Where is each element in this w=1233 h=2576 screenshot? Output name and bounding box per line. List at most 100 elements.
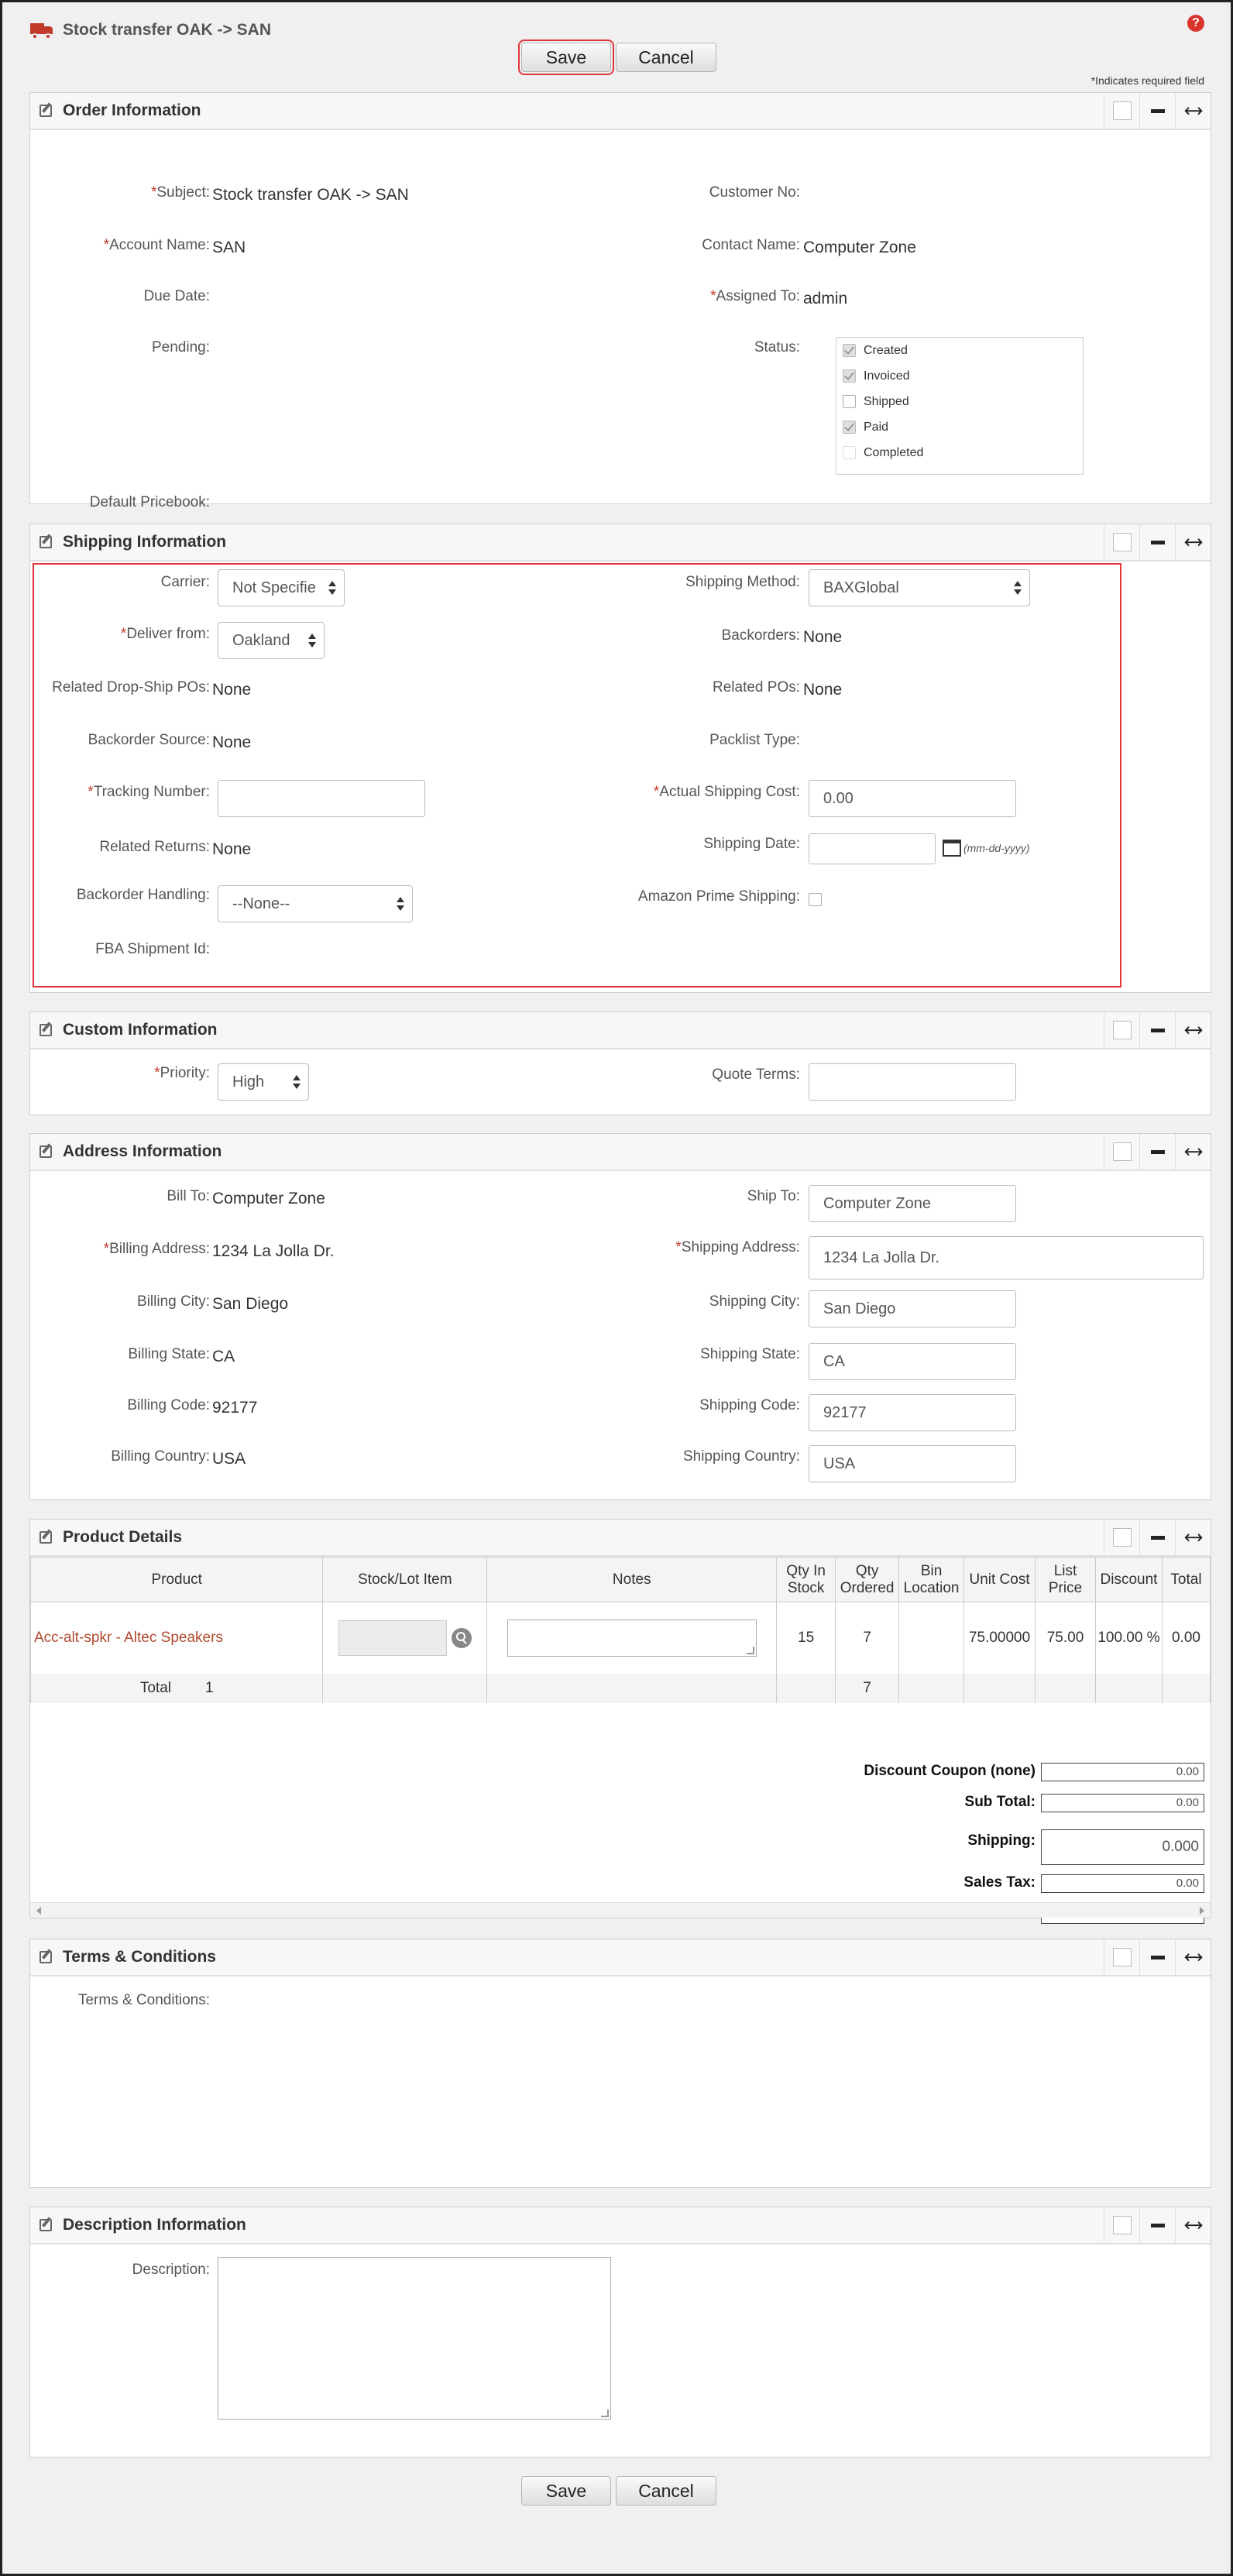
select-arrows-icon bbox=[1014, 581, 1022, 596]
related-pos-value: None bbox=[803, 681, 843, 699]
priority-select[interactable]: High bbox=[218, 1063, 309, 1101]
discount-coupon-label[interactable]: Discount Coupon (none) bbox=[864, 1763, 1036, 1780]
shipping-city-input[interactable]: San Diego bbox=[809, 1290, 1016, 1327]
select-panel-checkbox[interactable] bbox=[1104, 524, 1139, 560]
expand-icon[interactable]: ⤢ bbox=[1175, 524, 1211, 560]
checkbox-paid bbox=[843, 421, 856, 434]
shipping-country-input[interactable]: USA bbox=[809, 1445, 1016, 1482]
save-button[interactable]: Save bbox=[521, 2476, 611, 2506]
assigned-to-label: *Assigned To: bbox=[710, 288, 800, 304]
select-panel-checkbox[interactable] bbox=[1104, 1012, 1139, 1048]
select-panel-checkbox[interactable] bbox=[1104, 1520, 1139, 1555]
backorder-source-value: None bbox=[212, 733, 252, 751]
description-information-panel: Description Information ⤢ Description: bbox=[29, 2207, 1211, 2458]
select-panel-checkbox[interactable] bbox=[1104, 1134, 1139, 1170]
panel-title: Order Information bbox=[63, 101, 201, 119]
expand-icon[interactable]: ⤢ bbox=[1175, 1134, 1211, 1170]
expand-icon[interactable]: ⤢ bbox=[1175, 93, 1211, 129]
panel-header: Order Information ⤢ bbox=[30, 93, 1211, 130]
panel-header: Shipping Information ⤢ bbox=[30, 524, 1211, 562]
shipping-code-input[interactable]: 92177 bbox=[809, 1394, 1016, 1431]
collapse-icon[interactable] bbox=[1139, 1939, 1175, 1975]
calendar-icon[interactable] bbox=[943, 840, 961, 857]
checkbox-completed bbox=[843, 446, 856, 459]
save-button[interactable]: Save bbox=[518, 39, 614, 75]
horizontal-scrollbar[interactable] bbox=[30, 1902, 1211, 1918]
billing-state-value: CA bbox=[212, 1348, 235, 1365]
amazon-prime-shipping-label: Amazon Prime Shipping: bbox=[637, 888, 800, 905]
product-link[interactable]: Acc-alt-spkr - Altec Speakers bbox=[34, 1630, 223, 1646]
select-panel-checkbox[interactable] bbox=[1104, 2207, 1139, 2243]
expand-icon[interactable]: ⤢ bbox=[1175, 1520, 1211, 1555]
column-header: Discount bbox=[1094, 1557, 1163, 1602]
edit-icon[interactable] bbox=[39, 1145, 52, 1158]
status-completed[interactable]: Completed bbox=[836, 440, 1083, 465]
description-textarea[interactable] bbox=[218, 2257, 611, 2420]
billing-country-label: Billing Country: bbox=[111, 1448, 210, 1465]
shipping-total-input[interactable]: 0.000 bbox=[1041, 1829, 1204, 1865]
expand-icon[interactable]: ⤢ bbox=[1175, 2207, 1211, 2243]
search-icon[interactable] bbox=[451, 1627, 472, 1648]
scroll-left-icon bbox=[36, 1907, 41, 1915]
edit-icon[interactable] bbox=[39, 1951, 52, 1963]
account-name-value[interactable]: SAN bbox=[212, 239, 246, 257]
edit-icon[interactable] bbox=[39, 1024, 52, 1036]
contact-name-value[interactable]: Computer Zone bbox=[803, 239, 916, 257]
billing-city-label: Billing City: bbox=[137, 1293, 210, 1310]
page-title-text: Stock transfer OAK -> SAN bbox=[63, 21, 271, 39]
stock-lot-input[interactable] bbox=[338, 1619, 447, 1656]
collapse-icon[interactable] bbox=[1139, 1012, 1175, 1048]
qty-ordered-cell: 7 bbox=[835, 1602, 900, 1674]
product-table: Product Stock/Lot Item Notes Qty In Stoc… bbox=[29, 1557, 1211, 1703]
shipping-method-select[interactable]: BAXGlobal bbox=[809, 569, 1030, 606]
date-format-hint: (mm-dd-yyyy) bbox=[963, 842, 1030, 854]
quote-terms-input[interactable] bbox=[809, 1063, 1016, 1101]
collapse-icon[interactable] bbox=[1139, 524, 1175, 560]
select-panel-checkbox[interactable] bbox=[1104, 1939, 1139, 1975]
column-header: Qty Ordered bbox=[835, 1557, 900, 1602]
billing-address-value: 1234 La Jolla Dr. bbox=[212, 1242, 335, 1260]
column-header: Bin Location bbox=[898, 1557, 965, 1602]
tracking-number-input[interactable] bbox=[218, 780, 425, 817]
bill-to-value: Computer Zone bbox=[212, 1190, 325, 1207]
cancel-button[interactable]: Cancel bbox=[616, 2476, 716, 2506]
page: Stock transfer OAK -> SAN ? Save Cancel … bbox=[0, 0, 1233, 2576]
default-pricebook-label: Default Pricebook: bbox=[89, 494, 210, 510]
edit-icon[interactable] bbox=[39, 105, 52, 117]
page-title: Stock transfer OAK -> SAN bbox=[30, 15, 271, 46]
panel-header: Custom Information ⤢ bbox=[30, 1012, 1211, 1049]
shipping-label: Shipping: bbox=[967, 1832, 1036, 1849]
backorder-handling-select[interactable]: --None-- bbox=[218, 885, 413, 922]
status-shipped[interactable]: Shipped bbox=[836, 389, 1083, 414]
actual-shipping-cost-input[interactable]: 0.00 bbox=[809, 780, 1016, 817]
status-paid[interactable]: Paid bbox=[836, 414, 1083, 440]
collapse-icon[interactable] bbox=[1139, 2207, 1175, 2243]
expand-icon[interactable]: ⤢ bbox=[1175, 1012, 1211, 1048]
shipping-address-textarea[interactable]: 1234 La Jolla Dr. bbox=[809, 1236, 1204, 1279]
column-header: List Price bbox=[1035, 1557, 1096, 1602]
deliver-from-select[interactable]: Oakland bbox=[218, 622, 325, 659]
edit-icon[interactable] bbox=[39, 2219, 52, 2231]
status-invoiced[interactable]: Invoiced bbox=[836, 363, 1083, 389]
ship-to-input[interactable]: Computer Zone bbox=[809, 1185, 1016, 1222]
shipping-date-input[interactable] bbox=[809, 833, 936, 864]
carrier-label: Carrier: bbox=[160, 574, 210, 590]
edit-icon[interactable] bbox=[39, 536, 52, 548]
edit-icon[interactable] bbox=[39, 1531, 52, 1544]
collapse-icon[interactable] bbox=[1139, 1134, 1175, 1170]
select-panel-checkbox[interactable] bbox=[1104, 93, 1139, 129]
expand-icon[interactable]: ⤢ bbox=[1175, 1939, 1211, 1975]
select-arrows-icon bbox=[308, 634, 316, 649]
help-icon[interactable]: ? bbox=[1187, 15, 1204, 32]
status-created[interactable]: Created bbox=[836, 338, 1083, 363]
amazon-prime-checkbox[interactable] bbox=[809, 893, 822, 906]
notes-textarea[interactable] bbox=[507, 1619, 757, 1657]
collapse-icon[interactable] bbox=[1139, 93, 1175, 129]
shipping-state-input[interactable]: CA bbox=[809, 1343, 1016, 1380]
carrier-select[interactable]: Not Specifie bbox=[218, 569, 345, 606]
total-qty-ordered: 7 bbox=[835, 1673, 900, 1703]
collapse-icon[interactable] bbox=[1139, 1520, 1175, 1555]
description-label: Description: bbox=[132, 2262, 210, 2278]
address-information-panel: Address Information ⤢ Bill To: Computer … bbox=[29, 1133, 1211, 1500]
cancel-button[interactable]: Cancel bbox=[616, 43, 716, 72]
